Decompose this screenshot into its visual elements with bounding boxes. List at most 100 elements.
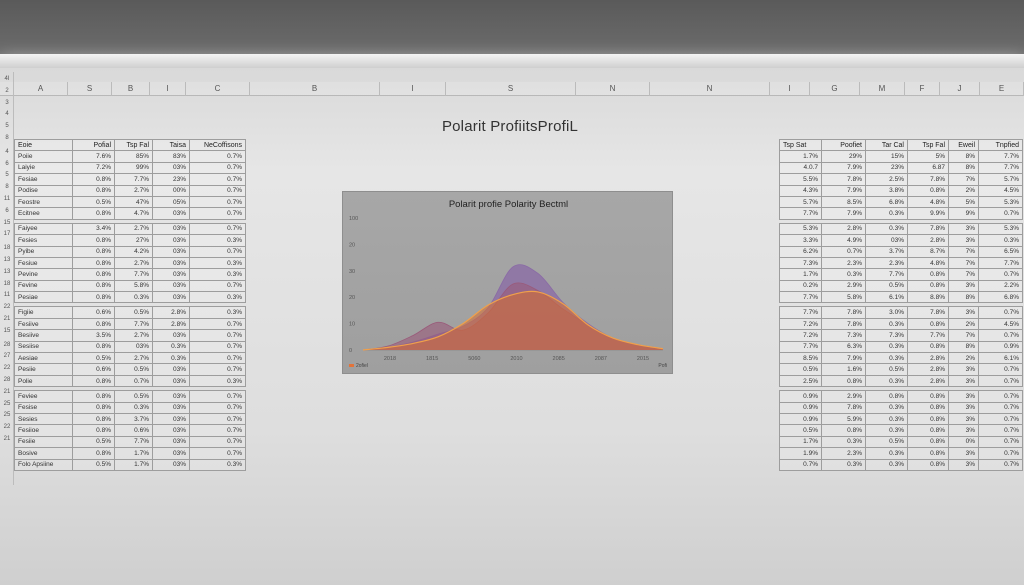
table-cell[interactable]: Pyibe <box>14 245 73 258</box>
table-cell[interactable]: 0.8% <box>907 435 949 449</box>
row-number[interactable]: 6 <box>0 206 14 217</box>
column-header[interactable]: I <box>770 82 810 96</box>
table-cell[interactable]: 5% <box>907 150 949 163</box>
column-header-cell[interactable]: Tar Cal <box>865 138 908 152</box>
table-cell[interactable]: 2.5% <box>865 173 908 186</box>
table-cell[interactable]: 0.7% <box>189 363 246 376</box>
table-cell[interactable]: 03% <box>152 256 190 270</box>
table-cell[interactable]: 4.7% <box>114 207 153 220</box>
table-cell[interactable]: 0.8% <box>72 184 115 197</box>
table-cell[interactable]: Pevine <box>14 268 73 281</box>
table-cell[interactable]: 0.5% <box>72 352 115 365</box>
column-header[interactable]: C <box>186 82 250 96</box>
table-cell[interactable]: 7.7% <box>114 268 153 281</box>
table-cell[interactable]: 0.3% <box>189 268 246 281</box>
table-cell[interactable]: 0.7% <box>978 207 1023 220</box>
table-cell[interactable]: 7.6% <box>72 150 115 163</box>
table-cell[interactable]: 0.3% <box>865 447 908 460</box>
table-cell[interactable]: 0.3% <box>865 207 908 220</box>
table-cell[interactable]: Folo Apsiine <box>14 458 73 471</box>
table-cell[interactable]: 7.7% <box>978 150 1023 163</box>
table-cell[interactable]: 0.7% <box>189 401 246 415</box>
table-cell[interactable]: 0.7% <box>978 435 1023 449</box>
table-cell[interactable]: 0.5% <box>779 424 822 437</box>
table-cell[interactable]: 0.7% <box>189 390 246 403</box>
table-cell[interactable]: 5.3% <box>978 195 1023 209</box>
table-cell[interactable]: 1.9% <box>779 447 822 460</box>
table-cell[interactable]: 8% <box>948 291 979 304</box>
table-cell[interactable]: 2.7% <box>114 329 153 342</box>
table-cell[interactable]: 2.8% <box>152 317 190 331</box>
table-cell[interactable]: 85% <box>114 150 153 163</box>
table-cell[interactable]: 03% <box>152 245 190 258</box>
table-cell[interactable]: 2% <box>948 317 979 331</box>
table-cell[interactable]: 0.7% <box>978 412 1023 426</box>
table-cell[interactable]: Fesise <box>14 401 73 415</box>
table-cell[interactable]: 4.0.7 <box>779 161 822 175</box>
column-header[interactable]: M <box>860 82 905 96</box>
row-number[interactable]: 4 <box>0 147 14 158</box>
table-cell[interactable]: 5.3% <box>978 222 1023 236</box>
table-cell[interactable]: 7.7% <box>978 161 1023 175</box>
table-cell[interactable]: 0.8% <box>907 447 949 460</box>
row-number[interactable]: 28 <box>0 340 14 351</box>
row-number[interactable]: 11 <box>0 194 14 205</box>
table-cell[interactable]: 0.8% <box>72 207 115 220</box>
table-cell[interactable]: 0.6% <box>72 363 115 376</box>
table-cell[interactable]: 3.5% <box>72 329 115 342</box>
table-cell[interactable]: 0.8% <box>821 374 866 388</box>
row-number[interactable]: 25 <box>0 399 14 410</box>
table-cell[interactable]: 0.8% <box>72 245 115 258</box>
table-cell[interactable]: Sesies <box>14 412 73 426</box>
table-cell[interactable]: 4.5% <box>978 184 1023 197</box>
row-number[interactable]: 22 <box>0 363 14 374</box>
row-number[interactable]: 15 <box>0 218 14 229</box>
table-cell[interactable]: 0.7% <box>189 279 246 293</box>
column-header-cell[interactable]: Eoie <box>14 138 73 152</box>
table-cell[interactable]: 0.8% <box>72 317 115 331</box>
column-header[interactable]: B <box>250 82 380 96</box>
table-cell[interactable]: 0.8% <box>821 424 866 437</box>
column-header[interactable]: J <box>940 82 980 96</box>
table-cell[interactable]: 7.3% <box>821 329 866 342</box>
table-cell[interactable]: Besiive <box>14 329 73 342</box>
table-cell[interactable]: 6.5% <box>978 245 1023 258</box>
row-number[interactable]: 8 <box>0 133 14 144</box>
table-cell[interactable]: 7.7% <box>779 207 822 220</box>
table-cell[interactable]: 2.3% <box>821 447 866 460</box>
table-cell[interactable]: Podise <box>14 184 73 197</box>
table-cell[interactable]: 0.3% <box>114 291 153 304</box>
table-cell[interactable]: 0.8% <box>72 234 115 247</box>
table-cell[interactable]: Poiie <box>14 150 73 163</box>
table-cell[interactable]: 0.8% <box>72 279 115 293</box>
table-cell[interactable]: 0.3% <box>152 340 190 354</box>
table-cell[interactable]: 29% <box>821 150 866 163</box>
table-cell[interactable]: 0.7% <box>189 340 246 354</box>
table-cell[interactable]: 7.2% <box>779 329 822 342</box>
table-cell[interactable]: 23% <box>152 173 190 186</box>
table-cell[interactable]: Ecitnee <box>14 207 73 220</box>
table-cell[interactable]: 0.3% <box>189 458 246 471</box>
table-cell[interactable]: 7% <box>948 245 979 258</box>
table-cell[interactable]: 7.7% <box>779 306 822 319</box>
column-header[interactable]: E <box>980 82 1024 96</box>
table-cell[interactable]: 2.8% <box>152 306 190 319</box>
column-header-cell[interactable]: NeCoffisons <box>189 138 246 152</box>
table-cell[interactable]: 2.3% <box>821 256 866 270</box>
table-cell[interactable]: 0.5% <box>114 390 153 403</box>
table-cell[interactable]: 3% <box>948 458 979 471</box>
table-cell[interactable]: 0.8% <box>907 184 949 197</box>
row-number[interactable]: 5 <box>0 121 14 132</box>
table-cell[interactable]: 3% <box>948 424 979 437</box>
table-cell[interactable]: 47% <box>114 195 153 209</box>
table-cell[interactable]: 6.1% <box>865 291 908 304</box>
table-cell[interactable]: 0.3% <box>865 412 908 426</box>
table-cell[interactable]: 0.7% <box>978 424 1023 437</box>
column-header[interactable]: F <box>905 82 940 96</box>
table-cell[interactable]: 0.7% <box>189 207 246 220</box>
table-cell[interactable]: 3.4% <box>72 222 115 236</box>
table-cell[interactable]: 0.7% <box>189 412 246 426</box>
table-cell[interactable]: 99% <box>114 161 153 175</box>
table-cell[interactable]: 0.5% <box>865 363 908 376</box>
row-number[interactable]: 21 <box>0 387 14 398</box>
